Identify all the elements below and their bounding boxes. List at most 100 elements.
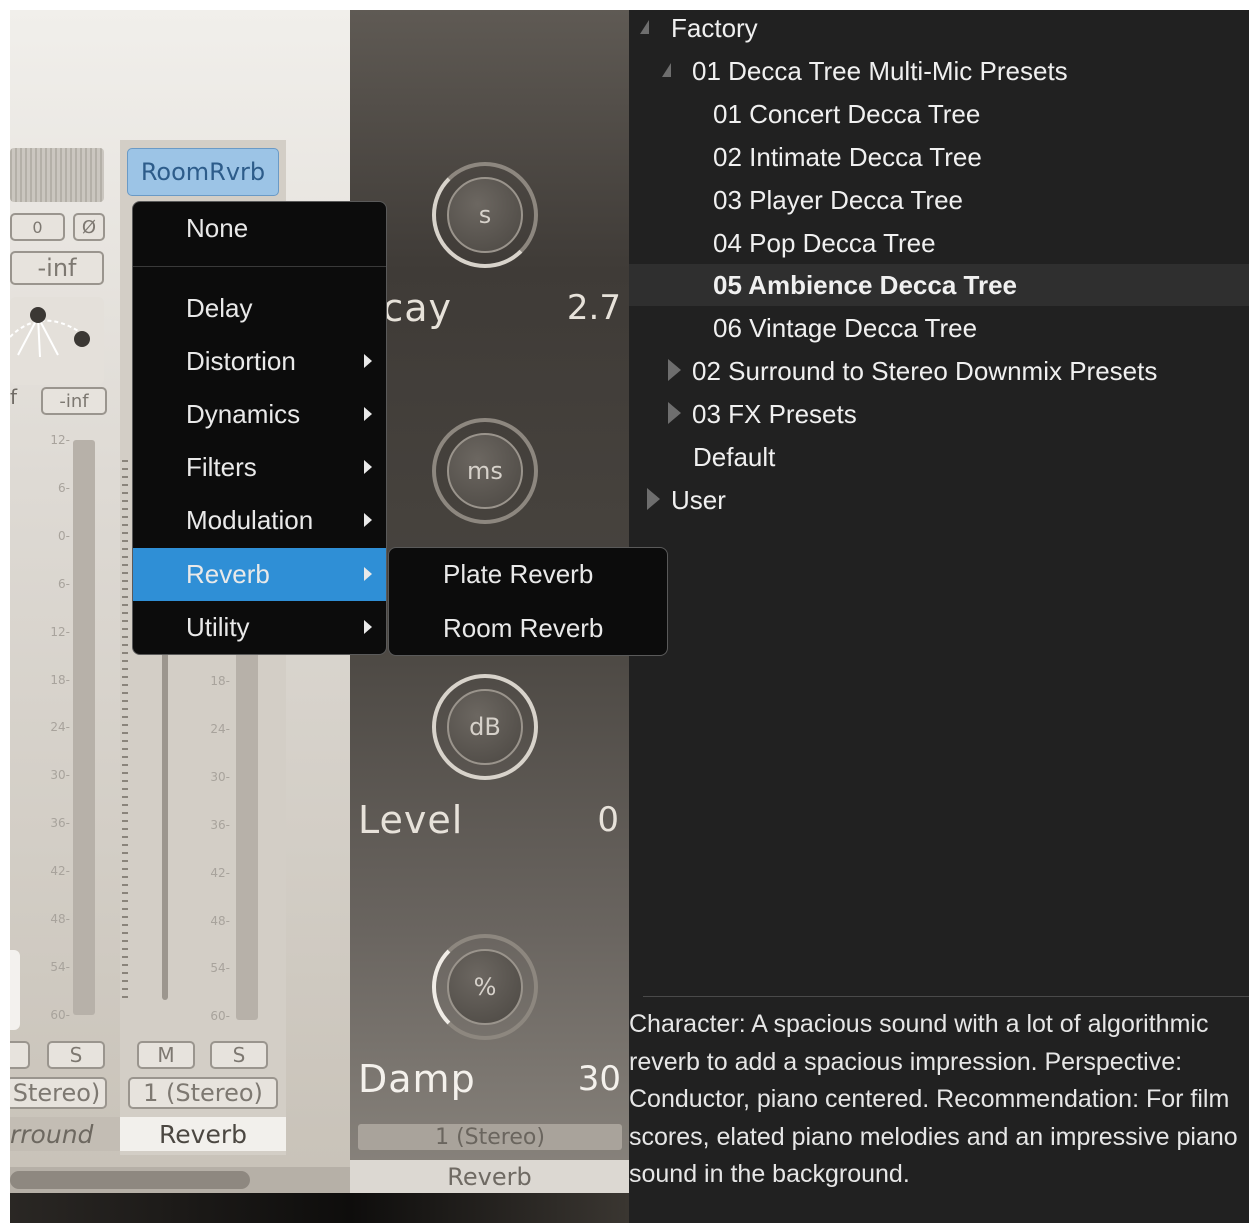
submenu-arrow-icon [364,354,372,368]
meter-tick-label: 42- [50,864,70,879]
left-strip-name: rround [10,1117,121,1151]
reverb-meter-track [236,650,258,1020]
tree-user[interactable]: User [671,485,726,516]
left-fader-handle[interactable] [10,950,20,1030]
room-reverb-slot-button[interactable]: RoomRvrb [127,148,279,196]
decay-knob[interactable]: s [432,162,538,268]
group2-expand-icon[interactable] [668,359,681,381]
left-mute-button-partial[interactable] [10,1041,30,1069]
meter-tick-label: 6- [58,576,70,591]
reverb-name-text: Reverb [447,1163,532,1191]
meter-tick-label: 6- [58,480,70,495]
reverb-submenu: Plate Reverb Room Reverb [388,547,668,656]
meter-tick-label: 18- [50,672,70,687]
meter-tick-label: 54- [210,961,230,976]
submenu-arrow-icon [364,460,372,474]
menu-item-filters[interactable]: Filters [133,441,386,494]
preset-browser: Factory 01 Decca Tree Multi-Mic Presets … [629,10,1249,1223]
menu-item-utility[interactable]: Utility [133,601,386,654]
level-knob[interactable]: dB [432,674,538,780]
meter-tick-label: 12- [50,624,70,639]
menu-item-delay-label: Delay [186,293,253,323]
meter-tick-label: 36- [50,816,70,831]
meter-tick-label: 12- [50,433,70,447]
decay-value[interactable]: 2.7 [567,288,621,328]
meter-tick-label: 54- [50,959,70,974]
damp-unit: % [473,973,497,1001]
meter-tick-label: 30- [210,769,230,784]
preset-item-selected[interactable]: 05 Ambience Decca Tree [713,270,1017,301]
level-unit: dB [469,713,501,741]
damp-value[interactable]: 30 [578,1059,621,1099]
reverb-stereo-bar: 1 (Stereo) [358,1124,622,1150]
description-divider [643,996,1249,997]
menu-item-delay[interactable]: Delay [133,282,386,335]
predelay-unit: ms [467,457,503,485]
tree-group-fx[interactable]: 03 FX Presets [692,399,857,430]
left-f-label: f [10,385,18,409]
meter-tick-label: 48- [50,912,70,926]
gain-value[interactable]: 0 [10,213,65,241]
preset-item[interactable]: 06 Vintage Decca Tree [713,313,977,344]
submenu-item-plate-reverb[interactable]: Plate Reverb [389,548,667,601]
meter-tick-label: 60- [50,1007,70,1022]
group1-collapse-icon[interactable] [662,63,671,77]
damp-knob[interactable]: % [432,934,538,1040]
factory-collapse-icon[interactable] [640,20,649,34]
group3-expand-icon[interactable] [668,402,681,424]
left-solo-button[interactable]: S [47,1041,105,1069]
menu-item-dynamics[interactable]: Dynamics [133,388,386,441]
preset-item[interactable]: 01 Concert Decca Tree [713,99,980,130]
left-inf-button[interactable]: -inf [41,387,107,415]
meter-tick-label: 30- [50,768,70,783]
tree-factory[interactable]: Factory [671,13,758,44]
tree-group-surround[interactable]: 02 Surround to Stereo Downmix Presets [692,356,1157,387]
menu-item-dynamics-label: Dynamics [186,399,301,429]
menu-item-reverb[interactable]: Reverb [133,548,386,601]
user-expand-icon[interactable] [647,488,660,510]
left-inf-display: -inf [10,251,104,285]
menu-item-reverb-label: Reverb [186,559,270,589]
meter-tick-label: 24- [50,720,70,735]
surround-pan-widget[interactable] [10,297,104,385]
insert-effect-menu: None Delay Distortion Dynamics Filters M… [132,201,387,655]
reverb-mute-button[interactable]: M [137,1041,195,1069]
reverb-stereo-text: 1 (Stereo) [435,1124,545,1150]
decay-unit: s [478,201,492,229]
meter-tick-label: 60- [210,1009,230,1024]
reverb-fader-track[interactable] [162,650,168,1000]
tree-group-decca-multimic[interactable]: 01 Decca Tree Multi-Mic Presets [692,56,1068,87]
menu-item-modulation[interactable]: Modulation [133,494,386,547]
bottom-bar [10,1193,629,1223]
level-value[interactable]: 0 [597,800,619,840]
phase-button[interactable]: Ø [73,213,105,241]
reverb-strip-name-text: Reverb [159,1119,247,1149]
meter-tick-label: 24- [210,721,230,736]
meter-tick-label: 36- [210,817,230,832]
menu-item-distortion[interactable]: Distortion [133,335,386,388]
preset-item[interactable]: 03 Player Decca Tree [713,185,963,216]
room-reverb-slot-label: RoomRvrb [140,158,266,186]
left-strip-grille [10,148,104,202]
reverb-solo-button[interactable]: S [210,1041,268,1069]
predelay-knob[interactable]: ms [432,418,538,524]
meter-tick-label: 0- [58,528,70,543]
menu-item-modulation-label: Modulation [186,505,314,535]
mixer-scrollbar-thumb[interactable] [10,1171,250,1189]
menu-item-none-label: None [186,213,249,243]
submenu-arrow-icon [364,407,372,421]
tree-default[interactable]: Default [693,442,775,473]
preset-item[interactable]: 02 Intimate Decca Tree [713,142,982,173]
meter-tick-label: 42- [210,865,230,880]
submenu-item-room-reverb[interactable]: Room Reverb [389,602,667,655]
reverb-meter-scale: 18- 24- 30- 36- 42- 48- 54- 60- [200,674,234,1034]
preset-description: Character: A spacious sound with a lot o… [629,1010,1238,1188]
preset-item[interactable]: 04 Pop Decca Tree [713,228,936,259]
left-meter-scale: 12- 6- 0- 6- 12- 18- 24- 30- 36- 42- 48- 54- 60- [40,433,74,1023]
menu-item-none[interactable]: None [133,202,386,255]
submenu-item-plate-reverb-label: Plate Reverb [443,559,594,589]
submenu-arrow-icon [364,567,372,581]
menu-item-utility-label: Utility [186,612,250,642]
left-fader-track[interactable] [73,440,95,1015]
menu-item-filters-label: Filters [186,452,257,482]
